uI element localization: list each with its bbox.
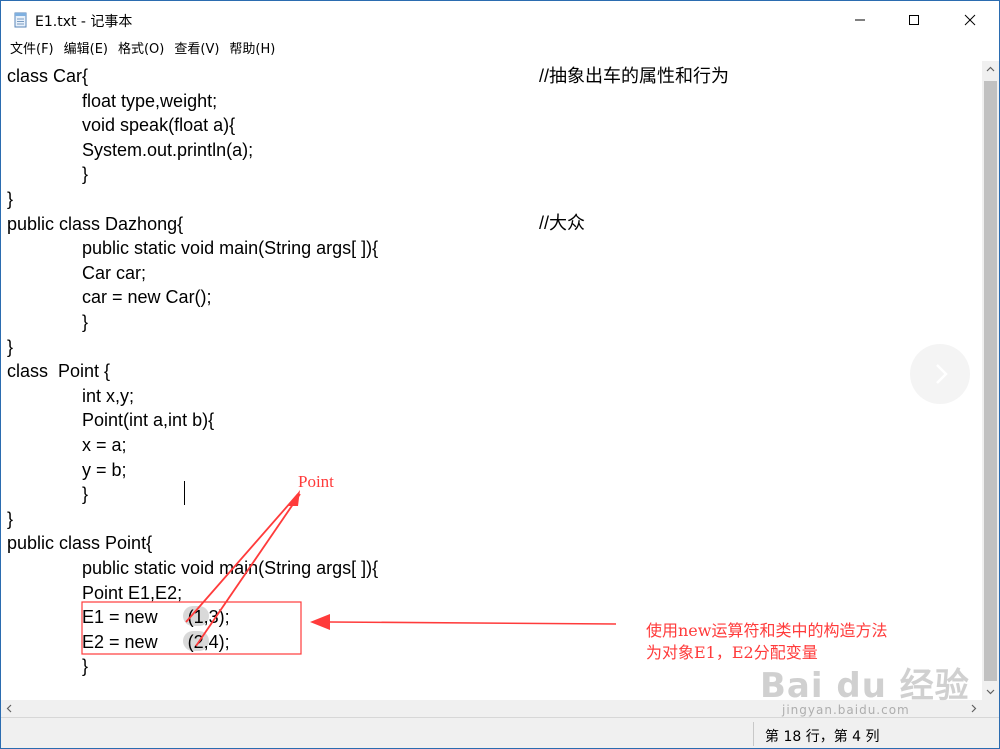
vertical-scrollbar[interactable]: [982, 61, 999, 700]
code-comment: //抽象出车的属性和行为: [539, 66, 730, 86]
cursor-position: 第 18 行，第 4 列: [765, 729, 880, 745]
menu-bar: 文件(F) 编辑(E) 格式(O) 查看(V) 帮助(H): [1, 39, 999, 61]
code-line: }: [7, 656, 89, 677]
code-line: x = a;: [7, 435, 127, 455]
annotation-point-label: Point: [298, 472, 334, 491]
code-line: class Point {: [7, 361, 111, 382]
code-line: public static void main(String args[ ]){: [7, 238, 379, 259]
code-line: }: [7, 312, 89, 332]
code-line: E1 = new (1,3);: [7, 607, 230, 628]
code-line: Point E1,E2;: [7, 582, 183, 603]
scroll-left-icon[interactable]: [1, 700, 18, 717]
menu-help[interactable]: 帮助(H): [224, 39, 280, 61]
scroll-up-icon[interactable]: [982, 61, 999, 78]
code-line: Point(int a,int b){: [7, 410, 215, 431]
vertical-scroll-thumb[interactable]: [984, 81, 997, 681]
code-line: }: [7, 336, 14, 357]
close-icon: [964, 11, 976, 30]
code-line: public static void main(String args[ ]){: [7, 558, 379, 578]
text-editor[interactable]: //抽象出车的属性和行为 //大众 class Car{ float type,…: [1, 61, 982, 700]
code-line: float type,weight;: [7, 90, 218, 111]
code-line: }: [7, 164, 89, 185]
baidu-watermark: Bai du 经验 jingyan.baidu.com: [760, 650, 980, 720]
code-line: System.out.println(a);: [7, 139, 254, 160]
minimize-button[interactable]: [837, 1, 883, 39]
menu-file[interactable]: 文件(F): [5, 39, 59, 61]
menu-view[interactable]: 查看(V): [169, 39, 224, 61]
code-line: Car car;: [7, 262, 147, 283]
code-line: }: [7, 508, 14, 529]
notepad-icon: [13, 12, 29, 28]
title-bar: E1.txt - 记事本: [1, 1, 999, 39]
code-line: class Car{: [7, 66, 89, 86]
next-page-button[interactable]: [910, 344, 970, 404]
code-line: E2 = new (2,4);: [7, 631, 230, 652]
scroll-down-icon[interactable]: [982, 683, 999, 700]
status-bar: 第 18 行，第 4 列: [1, 717, 999, 748]
text-caret: [184, 481, 185, 505]
menu-edit[interactable]: 编辑(E): [59, 39, 113, 61]
watermark-brand: Bai du 经验: [760, 666, 970, 706]
code-line: }: [7, 189, 14, 209]
chevron-right-icon: [936, 364, 948, 384]
maximize-icon: [908, 11, 920, 30]
menu-format[interactable]: 格式(O): [113, 39, 169, 61]
code-comment: //大众: [539, 213, 586, 233]
code-line: void speak(float a){: [7, 115, 236, 136]
code-line: public class Point{: [7, 533, 153, 554]
close-button[interactable]: [947, 1, 993, 39]
scrollbar-corner: [982, 700, 999, 717]
code-line: car = new Car();: [7, 287, 212, 308]
window-title: E1.txt - 记事本: [35, 14, 133, 30]
code-line: int x,y;: [7, 385, 135, 406]
code-line: public class Dazhong{: [7, 213, 184, 234]
maximize-button[interactable]: [891, 1, 937, 39]
watermark-url: jingyan.baidu.com: [782, 703, 910, 717]
code-line: }: [7, 484, 89, 505]
minimize-icon: [854, 11, 866, 30]
code-line: y = b;: [7, 459, 127, 480]
status-separator: [753, 722, 754, 746]
